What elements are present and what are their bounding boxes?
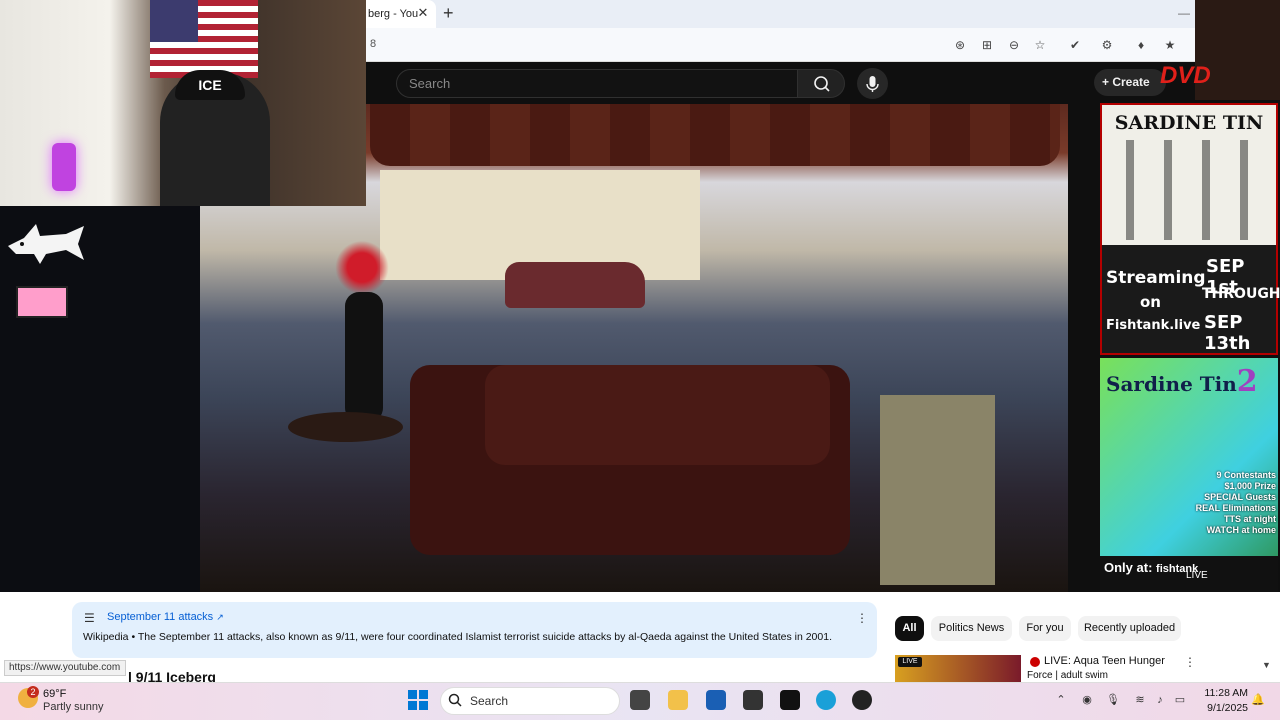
plus-icon: + bbox=[1102, 75, 1113, 89]
chip-for-you[interactable]: For you bbox=[1019, 616, 1071, 641]
weather-temperature[interactable]: 69°F bbox=[43, 688, 103, 701]
extension-check-icon[interactable]: ✔ bbox=[1067, 37, 1083, 53]
taskbar-search[interactable] bbox=[440, 687, 620, 715]
video-awning bbox=[370, 104, 1060, 166]
flag-canton bbox=[150, 0, 198, 42]
video-flowers bbox=[322, 240, 402, 295]
dvd-logo: DVD bbox=[1160, 62, 1211, 89]
wiki-card-text: Wikipedia • The September 11 attacks, al… bbox=[83, 631, 832, 643]
nyan-cat-icon bbox=[16, 286, 68, 318]
read-aloud-icon[interactable]: ⊛ bbox=[952, 37, 968, 53]
video-car bbox=[505, 262, 645, 308]
unity-icon[interactable] bbox=[743, 690, 763, 710]
editor-app-icon[interactable] bbox=[706, 690, 726, 710]
apps-icon[interactable]: ⊞ bbox=[979, 37, 995, 53]
streamer-cap: ICE bbox=[175, 70, 245, 100]
live-badge: LIVE bbox=[898, 657, 922, 667]
search-icon bbox=[448, 693, 462, 707]
ad1-streaming: Streaming bbox=[1106, 268, 1206, 288]
search-input[interactable]: Search bbox=[396, 69, 798, 98]
sardine-tin-ad-title: SARDINE TIN bbox=[1114, 112, 1264, 134]
apple-tv-icon[interactable] bbox=[780, 690, 800, 710]
tab-close-icon[interactable]: ✕ bbox=[416, 6, 430, 20]
url-field[interactable]: 8 bbox=[370, 38, 570, 52]
scroll-down-arrow[interactable]: ▼ bbox=[1262, 660, 1276, 674]
edge-browser-icon[interactable] bbox=[816, 690, 836, 710]
tab-title: berg - You bbox=[368, 8, 419, 20]
shark-icon bbox=[8, 224, 84, 264]
create-label: Create bbox=[1112, 75, 1150, 89]
favorites-icon[interactable]: ★ bbox=[1162, 37, 1178, 53]
show-hidden-icons[interactable]: ⌃ bbox=[1054, 693, 1068, 707]
ad1-site: Fishtank.live bbox=[1106, 318, 1201, 333]
browser-essentials-icon[interactable]: ♦ bbox=[1133, 37, 1149, 53]
minimize-button[interactable]: — bbox=[1178, 6, 1192, 20]
notification-bell-icon[interactable]: 🔔 bbox=[1251, 693, 1265, 707]
voice-search-button[interactable] bbox=[857, 68, 888, 99]
ad1-date-end: SEP 13th bbox=[1204, 312, 1251, 354]
video-vase bbox=[345, 292, 383, 422]
weather-badge: 2 bbox=[27, 686, 39, 698]
file-explorer-icon[interactable] bbox=[668, 690, 688, 710]
sardine-tin-2-title: Sardine Tin2 bbox=[1106, 364, 1258, 399]
favorite-star-icon[interactable]: ☆ bbox=[1032, 37, 1048, 53]
wifi-icon[interactable]: ≋ bbox=[1133, 693, 1147, 707]
ad1-through: THROUGH bbox=[1202, 286, 1280, 302]
chip-recently-uploaded[interactable]: Recently uploaded bbox=[1078, 616, 1181, 641]
clock-date[interactable]: 9/1/2025 bbox=[1192, 702, 1248, 715]
recommendation-channel: Force | adult swim bbox=[1027, 670, 1108, 681]
live-indicator-icon bbox=[1030, 657, 1040, 667]
sardine-tin-2-live: LIVE bbox=[1186, 570, 1208, 581]
browser-tab-strip bbox=[366, 0, 1280, 28]
video-trash-bin bbox=[880, 395, 995, 585]
clock-time[interactable]: 11:28 AM bbox=[1192, 687, 1248, 700]
wiki-card-title[interactable]: September 11 attacks ↗ bbox=[107, 611, 307, 625]
obs-icon[interactable] bbox=[852, 690, 872, 710]
video-side-table bbox=[288, 412, 403, 442]
chip-all[interactable]: All bbox=[895, 616, 924, 641]
ad1-date-start: SEP 1st bbox=[1206, 256, 1245, 298]
more-options-icon[interactable]: ⋮ bbox=[856, 611, 868, 625]
task-view-icon[interactable] bbox=[630, 690, 650, 710]
extensions-icon[interactable]: ⚙ bbox=[1099, 37, 1115, 53]
link-status-bar: https://www.youtube.com bbox=[4, 660, 126, 676]
purple-lamp bbox=[52, 143, 76, 191]
search-button[interactable] bbox=[797, 69, 845, 98]
ad1-on: on bbox=[1140, 293, 1161, 311]
external-link-icon: ↗ bbox=[216, 612, 224, 622]
microphone-icon[interactable]: 🎙 bbox=[1106, 693, 1120, 707]
more-options-icon[interactable]: ⋮ bbox=[1184, 655, 1196, 671]
microphone-icon bbox=[866, 76, 879, 92]
weather-condition[interactable]: Partly sunny bbox=[43, 701, 123, 714]
recommendation-title[interactable]: LIVE: Aqua Teen Hunger bbox=[1044, 655, 1184, 669]
search-icon bbox=[814, 76, 830, 92]
zoom-out-icon[interactable]: ⊖ bbox=[1006, 37, 1022, 53]
windows-start-icon[interactable] bbox=[408, 690, 428, 710]
taskbar-search-label: Search bbox=[470, 694, 509, 708]
sardines-illustration bbox=[1112, 140, 1268, 240]
article-icon: ☰ bbox=[84, 611, 95, 625]
new-tab-button[interactable]: + bbox=[443, 4, 459, 22]
video-couch-back bbox=[485, 365, 830, 465]
sardine-tin-2-info: 9 Contestants $1,000 Prize SPECIAL Guest… bbox=[1195, 470, 1276, 535]
create-button[interactable]: + Create bbox=[1094, 69, 1166, 96]
copilot-icon[interactable]: ◉ bbox=[1080, 693, 1094, 707]
chip-politics-news[interactable]: Politics News bbox=[931, 616, 1012, 641]
battery-icon[interactable]: ▭ bbox=[1173, 693, 1187, 707]
volume-icon[interactable]: ♪ bbox=[1153, 693, 1167, 707]
